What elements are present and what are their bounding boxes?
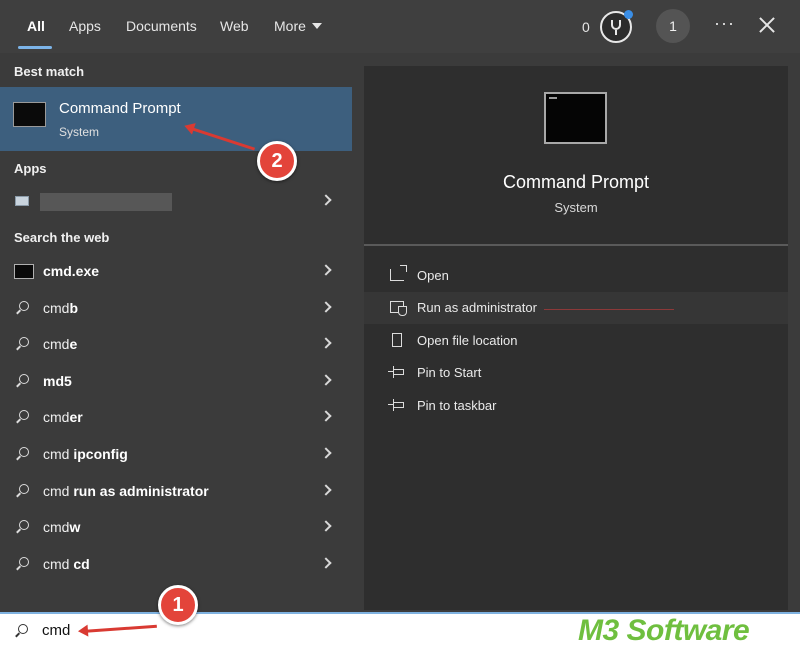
trophy-icon[interactable]: [600, 10, 633, 43]
web-result-item[interactable]: md5: [0, 364, 352, 400]
chevron-right-icon[interactable]: [320, 374, 332, 386]
file-icon: [392, 333, 402, 347]
search-icon: [15, 520, 29, 533]
chevron-right-icon[interactable]: [320, 264, 332, 276]
annotation-underline: [544, 309, 674, 310]
command-prompt-icon: [13, 102, 46, 127]
web-result-item[interactable]: cmd run as administrator: [0, 474, 352, 510]
tab-documents[interactable]: Documents: [126, 18, 197, 34]
best-match-title: Command Prompt: [59, 100, 181, 117]
chevron-right-icon[interactable]: [320, 447, 332, 459]
chevron-right-icon[interactable]: [320, 484, 332, 496]
chevron-right-icon[interactable]: [320, 337, 332, 349]
redacted-app-name: [40, 193, 172, 211]
chevron-right-icon[interactable]: [320, 557, 332, 569]
close-icon[interactable]: [758, 16, 776, 34]
search-icon: [15, 301, 29, 314]
reward-count: 0: [582, 19, 590, 35]
section-search-web: Search the web: [14, 230, 110, 245]
open-icon: [390, 265, 407, 281]
tab-apps[interactable]: Apps: [69, 18, 101, 34]
action-open[interactable]: Open: [364, 260, 788, 292]
cmd-icon: [14, 264, 34, 279]
web-result-item[interactable]: cmdb: [0, 291, 352, 327]
web-result-item[interactable]: cmd cd: [0, 547, 352, 583]
search-icon: [15, 374, 29, 387]
top-bar: All Apps Documents Web More 0 1 ···: [0, 0, 800, 53]
command-prompt-large-icon: [544, 92, 607, 144]
more-options-icon[interactable]: ···: [714, 13, 735, 34]
search-icon: [15, 447, 29, 460]
tab-all[interactable]: All: [27, 18, 45, 34]
divider: [364, 244, 788, 246]
notification-dot: [624, 10, 633, 19]
avatar[interactable]: 1: [656, 9, 690, 43]
results-list: Best match Command Prompt System Apps Se…: [0, 53, 352, 610]
action-run-as-administrator[interactable]: Run as administrator: [364, 292, 788, 324]
section-apps: Apps: [14, 161, 47, 176]
action-pin-to-taskbar[interactable]: Pin to taskbar: [364, 390, 788, 422]
active-tab-indicator: [18, 46, 52, 49]
chevron-down-icon: [311, 23, 322, 29]
preview-subtitle: System: [554, 200, 598, 215]
web-result-item[interactable]: cmd ipconfig: [0, 437, 352, 473]
search-icon: [15, 484, 29, 497]
action-pin-to-start[interactable]: Pin to Start: [364, 357, 788, 389]
best-match-item[interactable]: Command Prompt System: [0, 87, 352, 151]
best-match-subtitle: System: [59, 125, 100, 139]
chevron-right-icon[interactable]: [320, 410, 332, 422]
web-result-item[interactable]: cmdw: [0, 510, 352, 546]
action-open-file-location[interactable]: Open file location: [364, 325, 788, 357]
search-icon: [15, 337, 29, 350]
chevron-right-icon[interactable]: [320, 520, 332, 532]
search-icon: [15, 410, 29, 423]
preview-pane: Command Prompt System Open Run as admini…: [364, 66, 788, 610]
web-result-item[interactable]: cmder: [0, 400, 352, 436]
app-icon: [15, 196, 29, 206]
pin-icon: [388, 366, 404, 378]
section-best-match: Best match: [14, 64, 85, 79]
tab-more-label: More: [274, 18, 306, 34]
app-result-item[interactable]: [0, 184, 352, 220]
search-icon: [15, 557, 29, 570]
preview-header: Command Prompt System: [364, 66, 788, 244]
web-result-cmd-exe[interactable]: cmd.exe: [0, 254, 352, 290]
preview-title: Command Prompt: [502, 172, 650, 192]
annotation-badge-1: 1: [158, 585, 198, 625]
shield-icon: [390, 301, 407, 316]
chevron-right-icon[interactable]: [320, 194, 332, 206]
chevron-right-icon[interactable]: [320, 301, 332, 313]
web-result-item[interactable]: cmde: [0, 327, 352, 363]
annotation-badge-2: 2: [257, 141, 297, 181]
search-icon: [14, 624, 28, 638]
tab-more[interactable]: More: [274, 18, 322, 34]
tab-web[interactable]: Web: [220, 18, 249, 34]
pin-icon: [388, 399, 404, 411]
watermark-logo: M3 Software: [578, 614, 750, 647]
